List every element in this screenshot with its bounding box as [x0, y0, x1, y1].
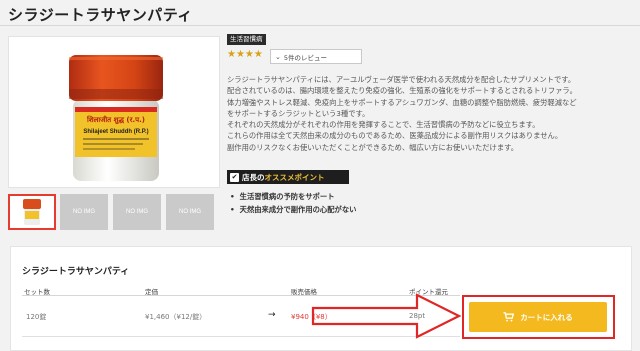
page-title: シラジートラサヤンパティ: [8, 6, 193, 24]
checkmark-icon: ✔: [230, 172, 239, 182]
thumbnail-jar-image: [23, 199, 41, 225]
thumbnail-noimg[interactable]: NO IMG: [113, 194, 161, 230]
recommend-emphasis: オススメポイント: [264, 172, 325, 182]
description-line: をサポートするシラジットという3種です。: [227, 108, 370, 118]
review-link-button[interactable]: ⌄ 5件のレビュー: [270, 49, 362, 64]
row-set: 120錠: [26, 313, 47, 321]
recommend-prefix: 店長の: [242, 172, 265, 182]
main-product-image[interactable]: शिलाजीत शुद्ध (र.प.) Shilajeet Shuddh (R…: [8, 36, 220, 188]
description-line: 副作用のリスクなくお使いいただくことができるため、幅広い方にお使いいただけます。: [227, 142, 518, 152]
annotation-highlight-box: [462, 295, 615, 339]
title-divider: [0, 25, 640, 26]
recommend-points: 生活習慣病の予防をサポート 天然由来成分で副作用の心配がない: [230, 191, 357, 217]
product-description: シラジートラサヤンパティには、アーユルヴェーダ医学で使われる天然成分を配合したサ…: [227, 74, 632, 153]
variant-title: シラジートラサヤンパティ: [22, 267, 130, 277]
recommend-heading: ✔ 店長の オススメポイント: [227, 170, 349, 184]
description-line: シラジートラサヤンパティには、アーユルヴェーダ医学で使われる天然成分を配合したサ…: [227, 75, 576, 84]
annotation-arrow-icon: [311, 293, 462, 339]
category-badge: 生活習慣病: [227, 34, 266, 45]
product-jar-image: शिलाजीत शुद्ध (र.प.) Shilajeet Shuddh (R…: [69, 55, 163, 181]
point-item: 生活習慣病の予防をサポート: [230, 191, 356, 204]
description-line: 配合されているのは、腸内環境を整えたり免疫の強化、生殖系の強化をサポートするとさ…: [227, 86, 577, 96]
thumbnail-noimg[interactable]: NO IMG: [166, 194, 214, 230]
thumbnail-noimg[interactable]: NO IMG: [60, 194, 108, 230]
row-list-price: ¥1,460（¥12/錠）: [145, 313, 207, 321]
jar-label-main: Shilajeet Shuddh (R.P.): [83, 129, 148, 135]
point-item: 天然由来成分で副作用の心配がない: [230, 204, 357, 217]
arrow-right-icon: →: [268, 310, 276, 320]
description-line: それぞれの天然成分がそれぞれの作用を発揮することで、生活習慣病の予防などに役立ち…: [227, 120, 540, 130]
rating-stars: ★★★★: [227, 49, 263, 60]
review-link-label: 5件のレビュー: [283, 53, 328, 62]
jar-label-hindi: शिलाजीत शुद्ध (र.प.): [86, 115, 145, 125]
description-line: 体力増強やストレス軽減、免疫向上をサポートするアシュワガンダ、血糖の調整や脂肪燃…: [227, 97, 577, 107]
description-line: これらの作用は全て天然由来の成分のものであるため、医薬品成分による副作用リスクは…: [227, 131, 563, 141]
chevron-down-icon: ⌄: [275, 52, 281, 61]
thumbnail-product[interactable]: [8, 194, 56, 230]
